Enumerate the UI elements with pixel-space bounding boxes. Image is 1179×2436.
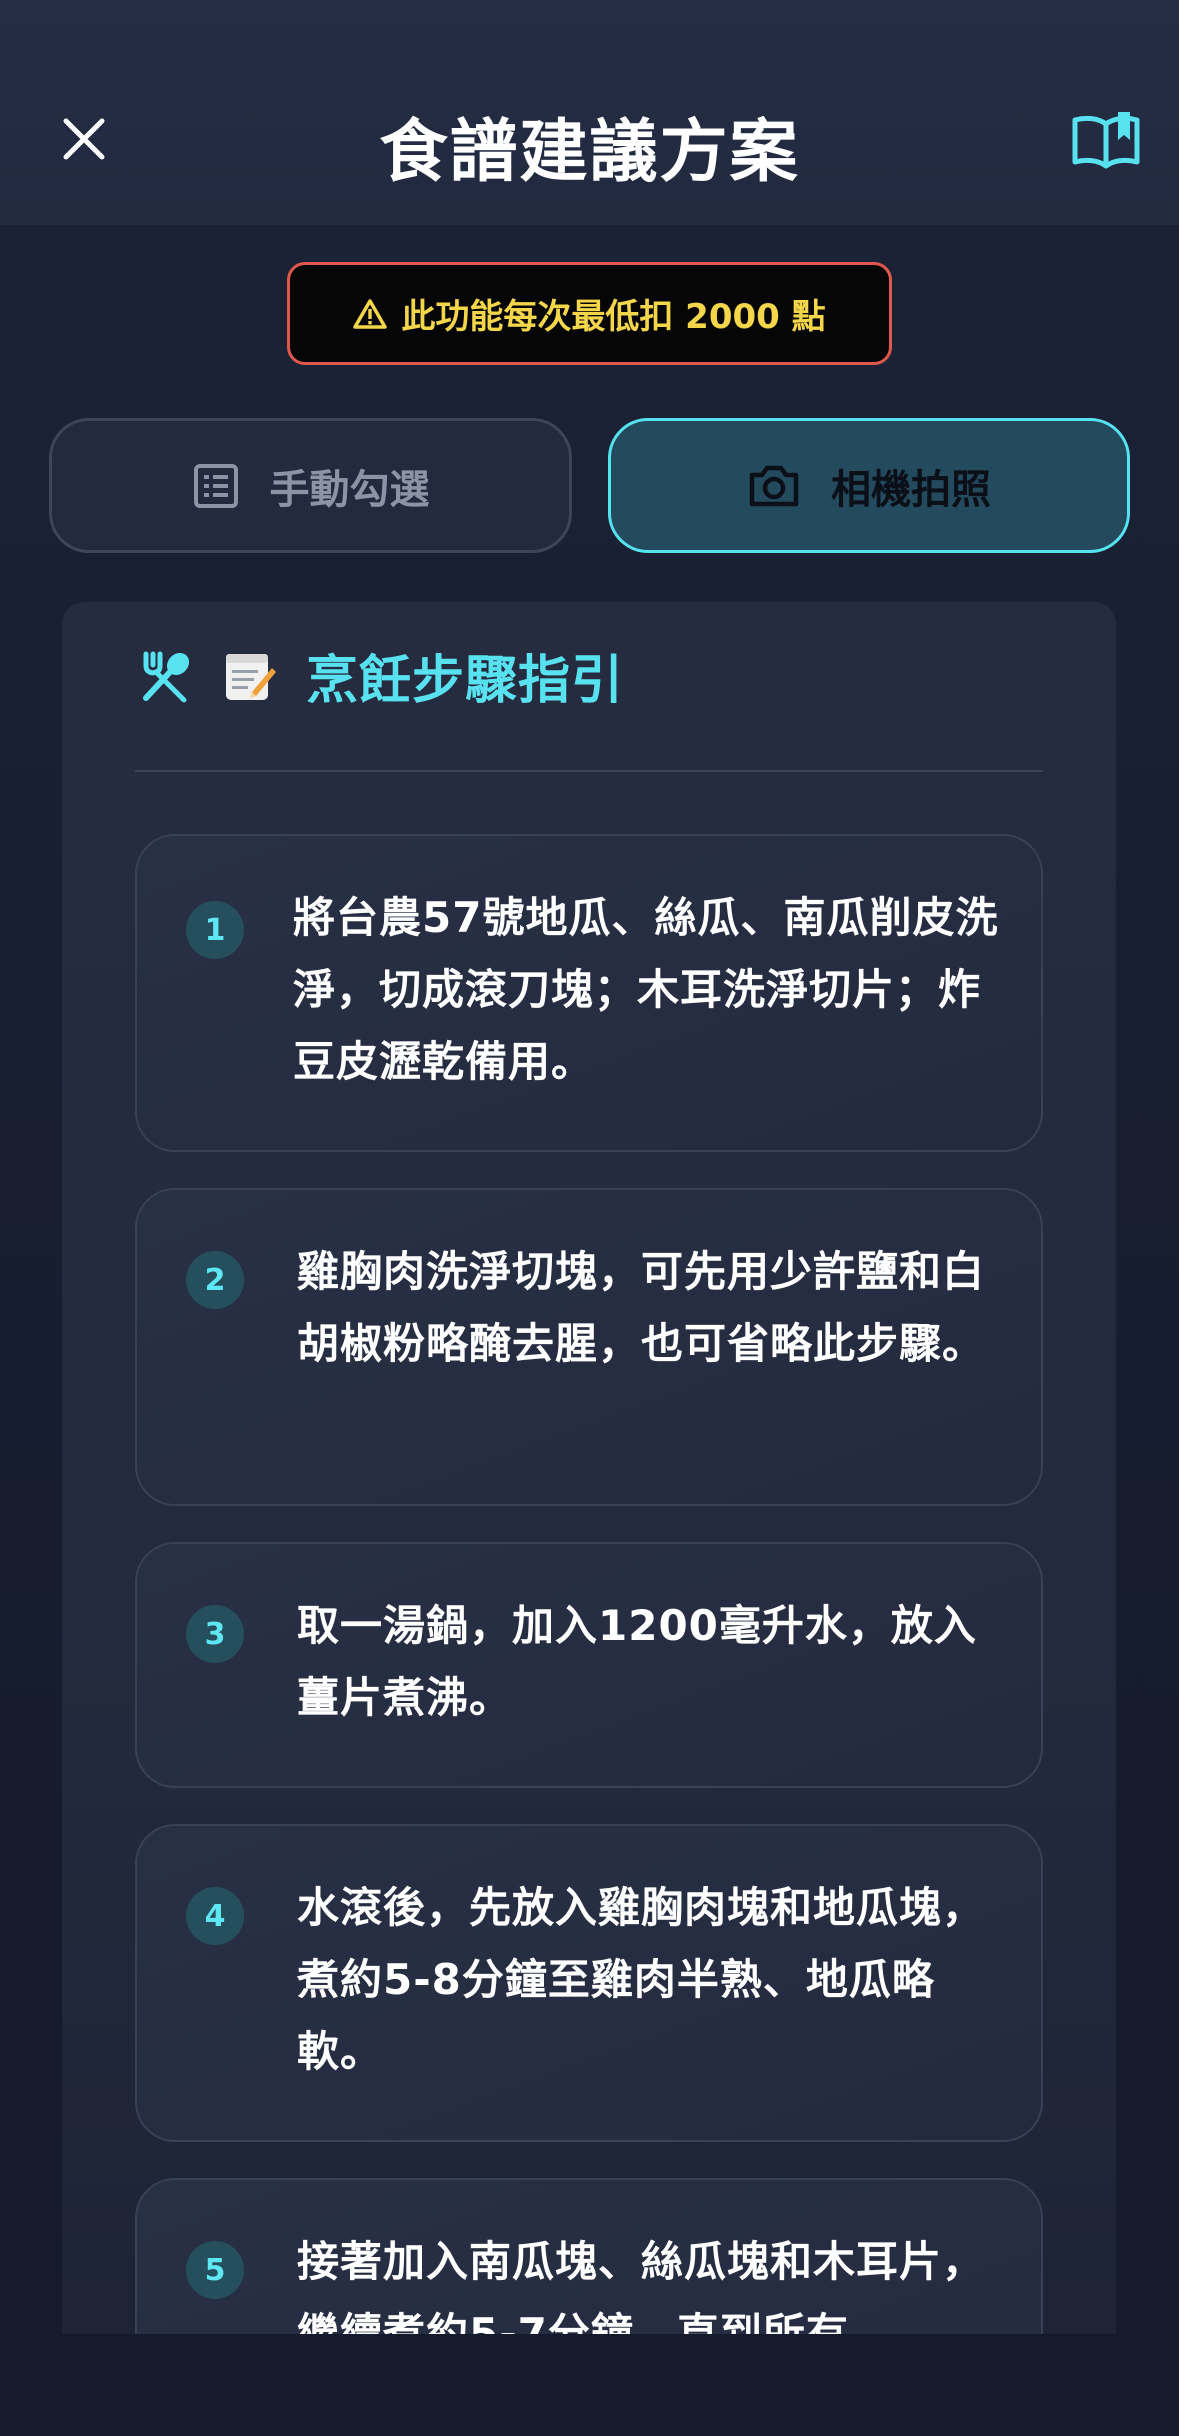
step-number: 4 bbox=[186, 1887, 244, 1945]
step-card: 2 雞胸肉洗淨切塊，可先用少許鹽和白胡椒粉略醃去腥，也可省略此步驟。 bbox=[135, 1188, 1043, 1506]
step-text: 水滾後，先放入雞胸肉塊和地瓜塊，煮約5-8分鐘至雞肉半熟、地瓜略軟。 bbox=[297, 1883, 986, 2076]
app-header: 食譜建議方案 bbox=[0, 0, 1179, 225]
step-number: 1 bbox=[186, 901, 244, 959]
step-text: 將台農57號地瓜、絲瓜、南瓜削皮洗淨，切成滾刀塊；木耳洗淨切片；炸豆皮瀝乾備用。 bbox=[293, 893, 999, 1086]
cooking-steps-panel: 烹飪步驟指引 1 將台農57號地瓜、絲瓜、南瓜削皮洗淨，切成滾刀塊；木耳洗淨切片… bbox=[62, 602, 1116, 2334]
list-icon bbox=[193, 463, 238, 508]
step-card: 1 將台農57號地瓜、絲瓜、南瓜削皮洗淨，切成滾刀塊；木耳洗淨切片；炸豆皮瀝乾備… bbox=[135, 834, 1043, 1152]
step-card: 3 取一湯鍋，加入1200毫升水，放入薑片煮沸。 bbox=[135, 1542, 1043, 1788]
panel-title: 烹飪步驟指引 bbox=[306, 651, 625, 711]
fork-spoon-icon bbox=[143, 651, 190, 702]
guide-button[interactable] bbox=[1068, 106, 1144, 174]
page-title: 食譜建議方案 bbox=[379, 113, 800, 192]
panel-header: 烹飪步驟指引 bbox=[138, 638, 624, 713]
recipe-suggestion-screen: 食譜建議方案 此功能每次最低扣 2000 點 手動勾選 相機拍照 烹飪步驟指引 … bbox=[0, 0, 1179, 2436]
warning-text: 此功能每次最低扣 2000 點 bbox=[401, 297, 826, 337]
manual-select-button[interactable]: 手動勾選 bbox=[49, 418, 572, 553]
camera-capture-button[interactable]: 相機拍照 bbox=[608, 418, 1130, 553]
camera-capture-label: 相機拍照 bbox=[831, 466, 991, 513]
step-card: 4 水滾後，先放入雞胸肉塊和地瓜塊，煮約5-8分鐘至雞肉半熟、地瓜略軟。 bbox=[135, 1824, 1043, 2142]
warning-triangle-icon bbox=[353, 298, 388, 329]
camera-icon bbox=[749, 465, 799, 506]
step-number: 5 bbox=[186, 2241, 244, 2299]
points-warning-badge: 此功能每次最低扣 2000 點 bbox=[287, 262, 892, 365]
step-card: 5 接著加入南瓜塊、絲瓜塊和木耳片，繼續煮約5-7分鐘，直到所有 bbox=[135, 2178, 1043, 2334]
step-text: 取一湯鍋，加入1200毫升水，放入薑片煮沸。 bbox=[297, 1601, 977, 1722]
panel-divider bbox=[135, 770, 1043, 772]
memo-icon bbox=[226, 653, 276, 700]
manual-select-label: 手動勾選 bbox=[269, 466, 430, 513]
step-text: 雞胸肉洗淨切塊，可先用少許鹽和白胡椒粉略醃去腥，也可省略此步驟。 bbox=[297, 1247, 986, 1368]
step-number: 3 bbox=[186, 1605, 244, 1663]
open-book-icon bbox=[1072, 112, 1140, 169]
step-number: 2 bbox=[186, 1251, 244, 1309]
step-text: 接著加入南瓜塊、絲瓜塊和木耳片，繼續煮約5-7分鐘，直到所有 bbox=[297, 2237, 986, 2334]
